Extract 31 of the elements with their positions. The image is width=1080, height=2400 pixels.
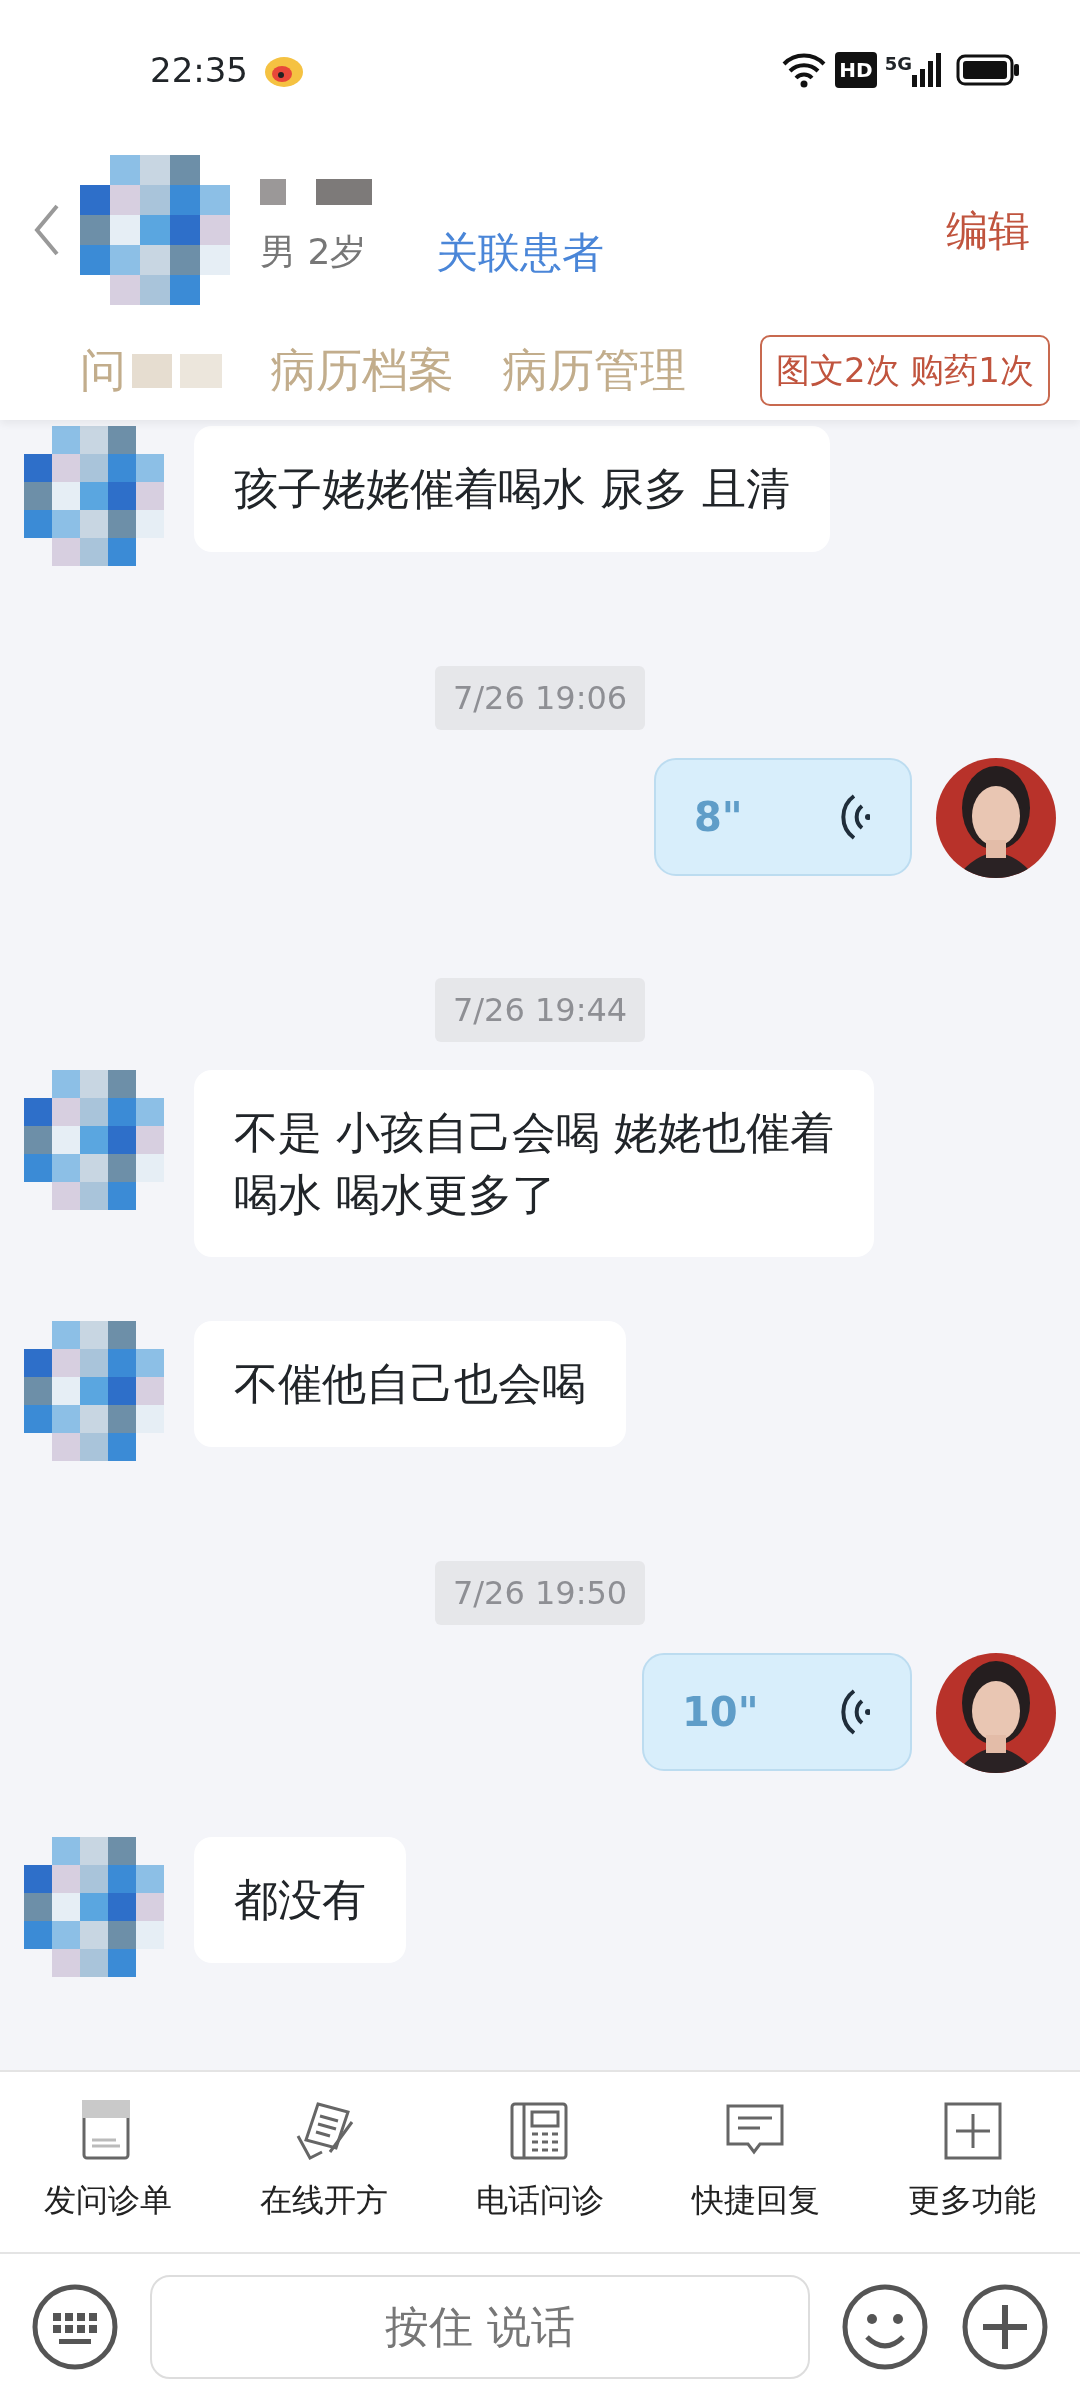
voice-duration: 8" (694, 793, 743, 842)
wifi-icon (781, 52, 828, 88)
link-patient-link[interactable]: 关联患者 (436, 220, 605, 284)
usage-badge: 图文2次 购药1次 (759, 334, 1050, 406)
clock: 22:35 (150, 48, 248, 92)
network-indicator: 5G (884, 51, 912, 76)
edit-link[interactable]: 编辑 (946, 198, 1030, 262)
hd-indicator: HD (835, 52, 877, 88)
voice-duration: 10" (682, 1688, 759, 1738)
patient-gender-age: 男 2岁 (260, 230, 367, 274)
message-bubble: 都没有 (194, 1837, 406, 1963)
toolbar-button[interactable]: 在线开方 (260, 2100, 388, 2224)
battery-icon (956, 54, 1020, 86)
keyboard-button[interactable] (30, 2282, 120, 2372)
sound-wave-icon (840, 792, 870, 842)
toolbar-button[interactable]: 电话问诊 (476, 2100, 604, 2224)
message-bubble: 孩子姥姥催着喝水 尿多 且清 (194, 426, 830, 552)
toolbar-button[interactable]: 更多功能 (908, 2100, 1036, 2224)
voice-message[interactable]: 10" (642, 1653, 912, 1772)
emoji-button[interactable] (840, 2282, 930, 2372)
signal-icon (912, 53, 942, 87)
timestamp: 7/26 19:06 (434, 666, 646, 730)
message-bubble: 不是 小孩自己会喝 姥姥也催着喝水 喝水更多了 (194, 1070, 874, 1258)
timestamp: 7/26 19:50 (434, 1561, 646, 1626)
timestamp: 7/26 19:44 (434, 978, 646, 1042)
hold-to-talk-button[interactable]: 按住 说话 (150, 2275, 810, 2379)
voice-message[interactable]: 8" (654, 758, 912, 876)
add-button[interactable] (960, 2282, 1050, 2372)
toolbar-button[interactable]: 快捷回复 (692, 2100, 820, 2224)
toolbar-button[interactable]: 发问诊单 (44, 2100, 172, 2224)
message-bubble: 不催他自己也会喝 (194, 1321, 626, 1447)
